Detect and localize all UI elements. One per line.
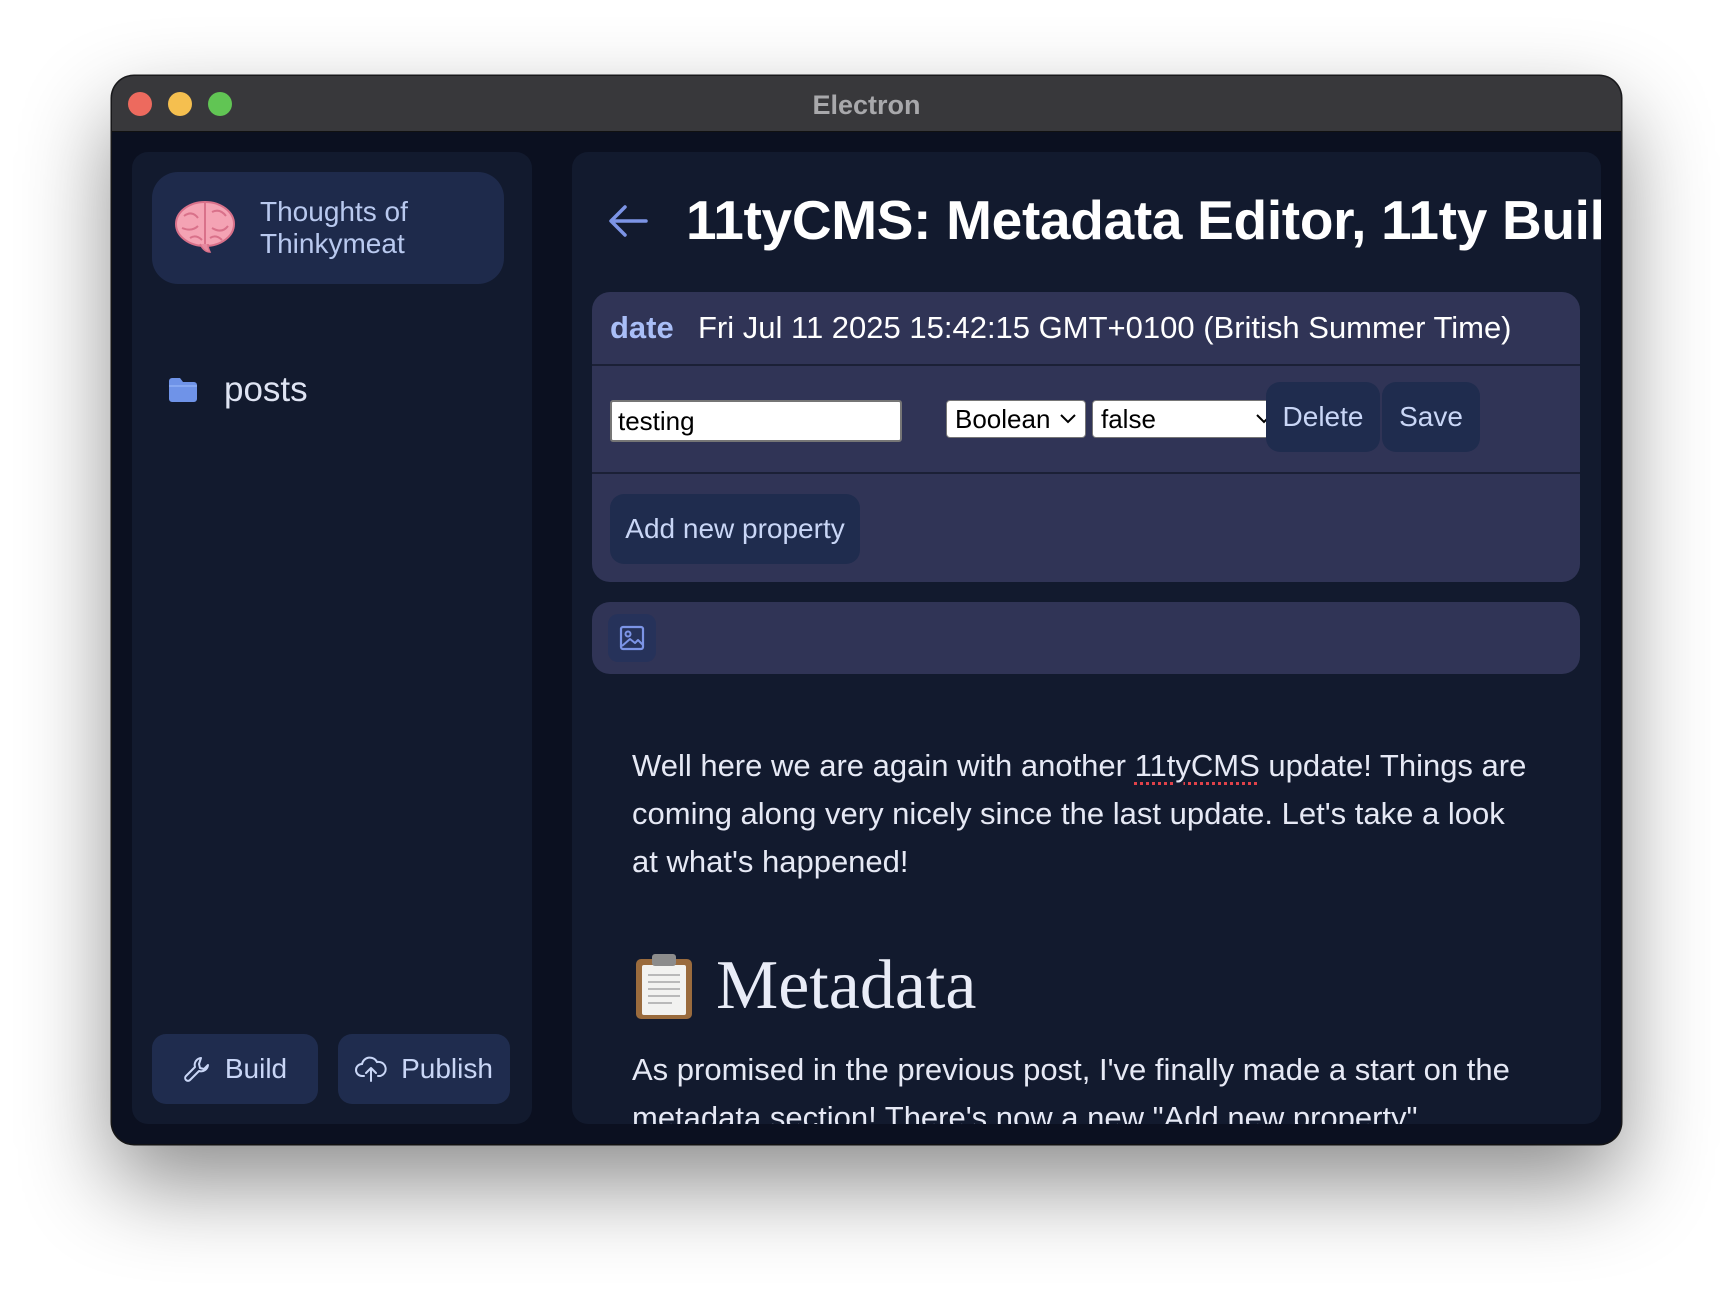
property-value-value: false — [1101, 403, 1156, 434]
sidebar-item-posts[interactable]: posts — [168, 370, 308, 410]
publish-button[interactable]: Publish — [338, 1034, 510, 1104]
content-heading: Metadata — [632, 946, 1532, 1026]
metadata-key: date — [610, 310, 674, 345]
editor-toolbar — [592, 602, 1580, 674]
property-type-select[interactable]: Boolean — [946, 400, 1086, 438]
clipboard-icon — [636, 954, 692, 1019]
add-property-row: Add new property — [592, 474, 1580, 582]
property-value-select[interactable]: false — [1092, 400, 1282, 438]
paragraph-text: Well here we are again with another — [632, 748, 1135, 783]
build-button-label: Build — [224, 1053, 288, 1084]
publish-button-label: Publish — [401, 1053, 493, 1084]
property-name-input[interactable] — [610, 400, 902, 442]
title-bar[interactable]: Electron — [112, 76, 1621, 132]
editor-panel: 11tyCMS: Metadata Editor, 11ty Buil date… — [572, 152, 1601, 1124]
app-window: Electron Thoughts of Thinkymeat posts Bu… — [112, 76, 1621, 1144]
image-icon — [619, 625, 645, 651]
chevron-down-icon — [1060, 414, 1076, 424]
misspelled-word: 11tyCMS — [1134, 748, 1260, 783]
sidebar: Thoughts of Thinkymeat posts Build Publi… — [132, 152, 532, 1124]
site-title: Thoughts of Thinkymeat — [260, 196, 408, 259]
site-card[interactable]: Thoughts of Thinkymeat — [152, 172, 504, 284]
post-content[interactable]: Well here we are again with another 11ty… — [632, 742, 1532, 1124]
back-arrow-icon[interactable] — [608, 204, 648, 238]
save-property-button[interactable]: Save — [1382, 382, 1480, 452]
window-title: Electron — [812, 90, 921, 120]
metadata-value: Fri Jul 11 2025 15:42:15 GMT+0100 (Briti… — [698, 310, 1512, 345]
sidebar-item-label: posts — [224, 370, 308, 409]
folder-icon — [169, 378, 197, 402]
metadata-panel: date Fri Jul 11 2025 15:42:15 GMT+0100 (… — [592, 292, 1580, 582]
cloud-upload-icon — [355, 1056, 387, 1082]
new-property-row: Boolean false Delete Save — [592, 366, 1580, 474]
wrench-icon — [184, 1057, 209, 1082]
property-type-value: Boolean — [955, 403, 1051, 434]
delete-property-button[interactable]: Delete — [1266, 382, 1380, 452]
add-new-property-button[interactable]: Add new property — [610, 494, 860, 564]
content-paragraph: As promised in the previous post, I've f… — [632, 1052, 1510, 1124]
insert-image-button[interactable] — [608, 614, 656, 662]
page-title: 11tyCMS: Metadata Editor, 11ty Buil — [686, 189, 1601, 251]
content-paragraph: Well here we are again with another 11ty… — [632, 742, 1532, 886]
brain-icon — [175, 201, 235, 253]
build-button[interactable]: Build — [152, 1034, 318, 1104]
heading-text: Metadata — [716, 947, 977, 1024]
metadata-row-date: date Fri Jul 11 2025 15:42:15 GMT+0100 (… — [592, 292, 1580, 366]
